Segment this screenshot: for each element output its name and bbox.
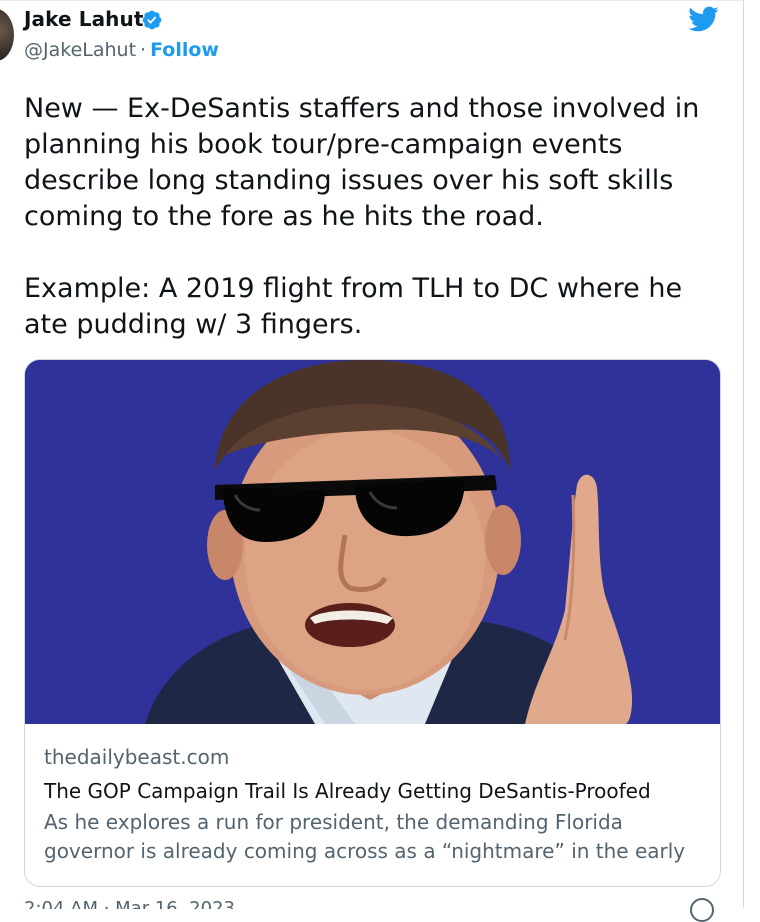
- card-body: thedailybeast.com The GOP Campaign Trail…: [44, 744, 704, 866]
- info-icon[interactable]: [690, 898, 714, 922]
- tweet-embed: Jake Lahut @JakeLahut · Follow New — Ex-De…: [0, 0, 744, 922]
- link-card[interactable]: thedailybeast.com The GOP Campaign Trail…: [24, 359, 721, 887]
- tweet-text: New — Ex-DeSantis staffers and those inv…: [24, 93, 700, 340]
- user-handle[interactable]: @JakeLahut: [24, 39, 136, 61]
- card-domain: thedailybeast.com: [44, 745, 230, 769]
- separator: ·: [140, 39, 147, 61]
- card-image[interactable]: [25, 360, 721, 724]
- verified-badge-icon: [142, 10, 162, 30]
- card-description: As he explores a run for president, the …: [44, 810, 686, 863]
- handle-row: @JakeLahut · Follow: [24, 39, 219, 61]
- avatar[interactable]: [0, 9, 14, 61]
- twitter-bird-icon[interactable]: [684, 3, 722, 35]
- card-title[interactable]: The GOP Campaign Trail Is Already Gettin…: [44, 778, 704, 804]
- display-name[interactable]: Jake Lahut: [24, 7, 144, 31]
- follow-button[interactable]: Follow: [150, 39, 219, 61]
